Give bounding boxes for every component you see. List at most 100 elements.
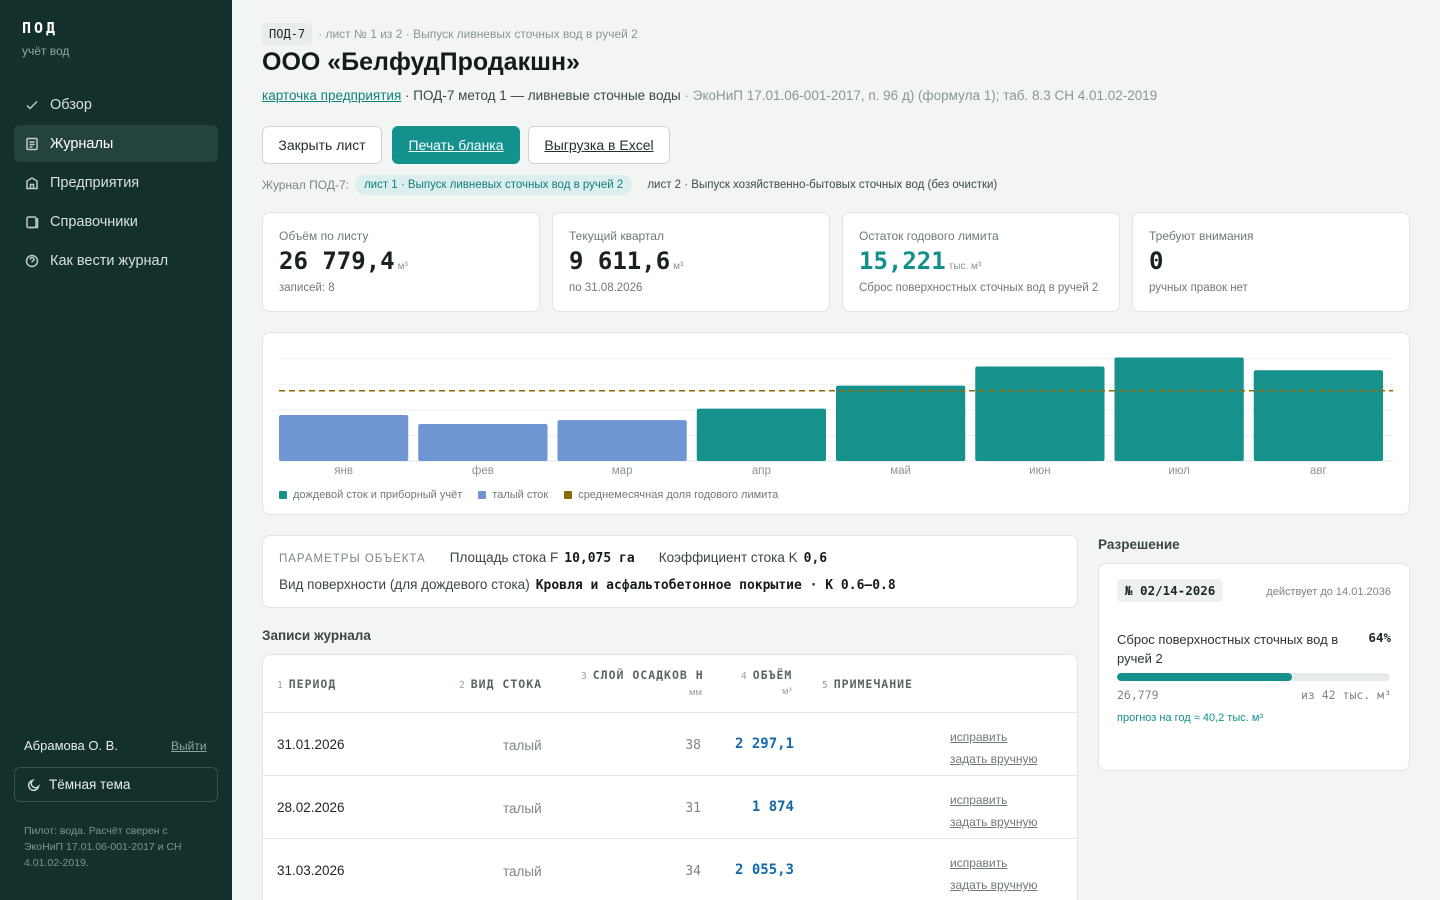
- stat-label: Текущий квартал: [569, 229, 664, 243]
- legend-label: талый сток: [492, 489, 549, 501]
- legend-swatch: [478, 491, 487, 499]
- cell-type: талый: [503, 864, 542, 879]
- column-header-note[interactable]: 5 ПРИМЕЧАНИЕ: [822, 677, 913, 691]
- legend-item-limit: среднемесячная доля годового лимита: [564, 489, 778, 501]
- page-title: ООО «БелфудПродакшн»: [262, 48, 580, 76]
- sidebar-item-label: Журналы: [50, 135, 114, 152]
- chart-bar: [279, 415, 409, 461]
- cell-type: талый: [503, 801, 542, 816]
- manual-link[interactable]: задать вручную: [950, 811, 1037, 833]
- stat-unit: тыс. м³: [948, 261, 982, 272]
- enterprise-card-link[interactable]: карточка предприятия: [262, 88, 401, 103]
- journal-table: 1 ПЕРИОД 2 ВИД СТОКА 3 СЛОЙ ОСАДКОВ H мм 4О…: [262, 654, 1078, 900]
- manual-link[interactable]: задать вручную: [950, 874, 1037, 896]
- cell-volume: 2 055,3: [734, 862, 794, 878]
- cell-precip: 31: [685, 801, 701, 816]
- theme-toggle-label: Тёмная тема: [49, 777, 131, 792]
- chart-bar: [836, 385, 966, 461]
- cell-precip: 34: [685, 864, 701, 879]
- stat-card-attention: Требуют внимания 0 ручных правок нет: [1132, 212, 1410, 312]
- theme-toggle-button[interactable]: Тёмная тема: [14, 767, 218, 802]
- permit-used: 26,779: [1117, 688, 1159, 702]
- permit-card: № 02/14-2026 действует до 14.01.2036 Сбр…: [1098, 563, 1410, 771]
- column-unit-m3: м³: [782, 686, 792, 697]
- sidebar-item-overview[interactable]: Обзор: [14, 86, 218, 123]
- stat-sub: записей: 8: [279, 282, 335, 294]
- export-excel-button[interactable]: Выгрузка в Excel: [528, 126, 670, 164]
- permit-forecast: прогноз на год ≈ 40,2 тыс. м³: [1117, 712, 1264, 724]
- permit-number: № 02/14-2026: [1117, 579, 1224, 602]
- stat-sub: Сброс поверхностных сточных вод в ручей …: [859, 282, 1099, 294]
- column-label: ПРИМЕЧАНИЕ: [833, 677, 913, 691]
- column-header-period[interactable]: 1 ПЕРИОД: [277, 677, 336, 691]
- legend-label: дождевой сток и приборный учёт: [293, 489, 463, 501]
- stat-unit: м³: [397, 261, 408, 272]
- stat-card-sheet-volume: Объём по листу 26 779,4 м³ записей: 8: [262, 212, 540, 312]
- stat-number: 26 779,4: [279, 247, 395, 275]
- area-label: Площадь стока F: [449, 550, 559, 565]
- chart-bar: [418, 423, 548, 461]
- chart-x-tick-label: янв: [334, 465, 353, 477]
- stat-value: 15,221 тыс. м³: [859, 247, 981, 275]
- chart-x-tick-label: апр: [752, 465, 771, 477]
- stat-unit: м³: [673, 261, 684, 272]
- close-sheet-button[interactable]: Закрыть лист: [262, 126, 382, 164]
- chart-bar: [1114, 357, 1244, 461]
- fix-link[interactable]: исправить: [950, 726, 1037, 748]
- sidebar-item-label: Справочники: [50, 213, 138, 230]
- stat-label: Объём по листу: [279, 229, 369, 243]
- sidebar-item-howto[interactable]: Как вести журнал: [14, 242, 218, 279]
- manual-link[interactable]: задать вручную: [950, 748, 1037, 770]
- journal-title: Записи журнала: [262, 628, 371, 643]
- sidebar-footnote: Пилот: вода. Расчёт сверен с ЭкоНиП 17.0…: [24, 825, 182, 869]
- legend-item-melt: талый сток: [478, 489, 548, 501]
- column-number: 2: [459, 680, 466, 691]
- cell-precip: 38: [685, 738, 701, 753]
- cell-note: исправить задать вручную: [950, 852, 1037, 896]
- page-subtitle: карточка предприятия · ПОД-7 метод 1 — л…: [262, 88, 1157, 103]
- permit-total: из 42 тыс. м³: [1300, 688, 1391, 702]
- user-name: Абрамова О. В.: [24, 738, 118, 753]
- stat-card-quarter: Текущий квартал 9 611,6 м³ по 31.08.2026: [552, 212, 830, 312]
- stat-card-limit-remaining: Остаток годового лимита 15,221 тыс. м³ Сб…: [842, 212, 1120, 312]
- form-code-badge: ПОД-7: [262, 23, 313, 45]
- column-label: СЛОЙ ОСАДКОВ H: [592, 668, 704, 682]
- fix-link[interactable]: исправить: [950, 852, 1037, 874]
- sidebar-item-enterprises[interactable]: Предприятия: [14, 164, 218, 201]
- print-form-button[interactable]: Печать бланка: [392, 126, 520, 164]
- chart-legend: дождевой сток и приборный учёт талый сто…: [279, 489, 794, 501]
- legend-swatch: [279, 491, 287, 499]
- building-icon: [24, 175, 40, 191]
- object-params-card: ПАРАМЕТРЫ ОБЪЕКТА Площадь стока F 10,075…: [262, 535, 1078, 608]
- params-row-1: ПАРАМЕТРЫ ОБЪЕКТА Площадь стока F 10,075…: [279, 550, 827, 566]
- column-label: ВИД СТОКА: [470, 677, 543, 691]
- breadcrumb: ПОД-7 · лист № 1 из 2 · Выпуск ливневых …: [262, 23, 638, 45]
- tab-sheet-1[interactable]: лист 1 · Выпуск ливневых сточных вод в р…: [354, 175, 633, 195]
- book-icon: [24, 214, 40, 230]
- cell-period: 31.03.2026: [277, 863, 345, 878]
- column-header-precip[interactable]: 3 СЛОЙ ОСАДКОВ H: [581, 668, 704, 682]
- cell-type: талый: [503, 738, 542, 753]
- column-number: 4: [741, 671, 748, 682]
- legend-label: среднемесячная доля годового лимита: [578, 489, 779, 501]
- column-label: ОБЪЁМ: [752, 668, 793, 682]
- column-header-volume[interactable]: 4 ОБЪЁМ: [741, 668, 792, 682]
- sidebar-item-journals[interactable]: Журналы: [14, 125, 218, 162]
- table-row: 31.03.2026 талый 34 2 055,3 исправить за…: [263, 838, 1077, 900]
- help-icon: [24, 253, 40, 269]
- logout-link[interactable]: Выйти: [171, 739, 207, 753]
- moon-icon: [27, 778, 40, 791]
- chart-x-tick-label: июл: [1168, 465, 1190, 477]
- chart-bar: [975, 366, 1105, 461]
- sheet-switcher-label: Журнал ПОД-7:: [262, 178, 349, 192]
- fix-link[interactable]: исправить: [950, 789, 1037, 811]
- column-header-type[interactable]: 2 ВИД СТОКА: [459, 677, 542, 691]
- cell-note: исправить задать вручную: [950, 726, 1037, 770]
- app-subtitle: учёт вод: [22, 44, 70, 58]
- app-logo: ПОД: [22, 19, 59, 37]
- legend-item-rain: дождевой сток и приборный учёт: [279, 489, 462, 501]
- tab-sheet-2[interactable]: лист 2 · Выпуск хозяйственно-бытовых сто…: [638, 175, 1006, 195]
- cell-period: 28.02.2026: [277, 800, 345, 815]
- stat-number: 9 611,6: [569, 247, 671, 275]
- sidebar-item-references[interactable]: Справочники: [14, 203, 218, 240]
